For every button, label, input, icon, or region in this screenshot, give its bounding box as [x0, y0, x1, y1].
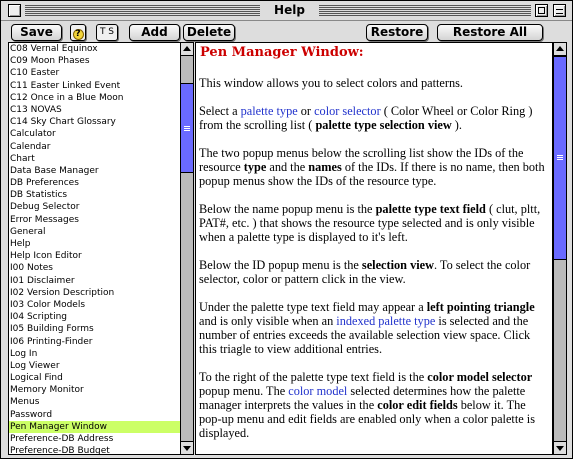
list-item[interactable]: Preference-DB Address	[9, 433, 180, 445]
list-item[interactable]: C10 Easter	[9, 67, 180, 79]
scroll-down-arrow-icon[interactable]	[181, 441, 193, 454]
title-bar[interactable]: Help	[1, 1, 572, 21]
list-item[interactable]: I00 Notes	[9, 262, 180, 274]
help-balloon-button[interactable]: ?	[70, 24, 86, 41]
list-item[interactable]: Help Icon Editor	[9, 250, 180, 262]
list-item[interactable]: General	[9, 226, 180, 238]
scroll-grip	[184, 126, 190, 131]
bold-term: color model selector	[427, 370, 533, 384]
bold-term: palette type text field	[375, 202, 486, 216]
text: or	[297, 104, 315, 118]
color-model-link[interactable]: color model	[288, 384, 347, 398]
list-item[interactable]: Password	[9, 409, 180, 421]
text: ).	[451, 118, 462, 132]
restore-all-button[interactable]: Restore All	[437, 24, 543, 41]
scroll-up-arrow-icon[interactable]	[554, 43, 566, 56]
list-item[interactable]: I02 Version Description	[9, 287, 180, 299]
list-item[interactable]: I04 Scripting	[9, 311, 180, 323]
windowshade-box-icon[interactable]	[553, 4, 566, 17]
topic-list[interactable]: C08 Vernal Equinox C09 Moon Phases C10 Eas…	[8, 42, 181, 455]
list-item[interactable]: Chart	[9, 153, 180, 165]
list-item[interactable]: Log Viewer	[9, 360, 180, 372]
text: Under the palette type text field may ap…	[199, 300, 427, 314]
color-selector-link[interactable]: color selector	[314, 104, 381, 118]
restore-button[interactable]: Restore	[366, 24, 428, 41]
list-item[interactable]: I03 Color Models	[9, 299, 180, 311]
bold-term: type	[243, 160, 267, 174]
list-item[interactable]: Calculator	[9, 128, 180, 140]
window-title: Help	[274, 3, 305, 17]
add-button[interactable]: Add	[129, 24, 180, 41]
list-item[interactable]: Calendar	[9, 141, 180, 153]
list-item[interactable]: Help	[9, 238, 180, 250]
content-title: Pen Manager Window:	[200, 45, 364, 60]
paragraph: To the right of the palette type text fi…	[199, 370, 549, 440]
scroll-up-arrow-icon[interactable]	[181, 43, 193, 56]
help-content[interactable]: Pen Manager Window: This window allows y…	[195, 42, 553, 455]
list-item[interactable]: Memory Monitor	[9, 384, 180, 396]
list-item[interactable]: C08 Vernal Equinox	[9, 43, 180, 55]
list-item[interactable]: I06 Printing-Finder	[9, 336, 180, 348]
ts-button[interactable]: T S	[96, 24, 118, 41]
title-bar-stripes-right	[319, 5, 531, 16]
list-item[interactable]: Debug Selector	[9, 201, 180, 213]
list-item[interactable]: I01 Disclaimer	[9, 275, 180, 287]
list-item[interactable]: Error Messages	[9, 214, 180, 226]
help-balloon-icon: ?	[72, 29, 84, 40]
toolbar: Save ? T S Add Delete Restore Restore Al…	[1, 22, 572, 42]
scroll-down-arrow-icon[interactable]	[554, 441, 566, 454]
delete-button[interactable]: Delete	[183, 24, 235, 41]
paragraph: The two popup menus below the scrolling …	[199, 146, 549, 188]
text: and the	[266, 160, 309, 174]
list-item[interactable]: DB Preferences	[9, 177, 180, 189]
bold-term: selection view	[361, 258, 434, 272]
list-item[interactable]: Logical Find	[9, 372, 180, 384]
list-item[interactable]: C11 Easter Linked Event	[9, 80, 180, 92]
zoom-box-icon[interactable]	[535, 4, 548, 17]
save-button[interactable]: Save	[11, 24, 62, 41]
palette-type-link[interactable]: palette type	[241, 104, 298, 118]
list-item[interactable]: DB Statistics	[9, 189, 180, 201]
list-item[interactable]: Menus	[9, 396, 180, 408]
text: Below the name popup menu is the	[199, 202, 376, 216]
text: popup menu. The	[199, 384, 289, 398]
list-item[interactable]: Data Base Manager	[9, 165, 180, 177]
paragraph: Below the ID popup menu is the selection…	[199, 258, 549, 286]
paragraph: This window allows you to select colors …	[199, 76, 463, 90]
text: Select a	[199, 104, 241, 118]
bold-term: palette type selection view	[315, 118, 452, 132]
list-item[interactable]: I05 Building Forms	[9, 323, 180, 335]
paragraph: Below the name popup menu is the palette…	[199, 202, 549, 244]
list-item[interactable]: Log In	[9, 348, 180, 360]
topic-list-scrollbar[interactable]	[180, 42, 194, 455]
paragraph: Select a palette type or color selector …	[199, 104, 549, 132]
indexed-palette-type-link[interactable]: indexed palette type	[336, 314, 435, 328]
bold-term: color edit fields	[377, 398, 458, 412]
help-window: Help Save ? T S Add Delete Restore Resto…	[0, 0, 573, 459]
title-bar-stripes-left	[25, 5, 260, 16]
content-scrollbar[interactable]	[553, 42, 567, 455]
list-item[interactable]: C12 Once in a Blue Moon	[9, 92, 180, 104]
list-item[interactable]: C14 Sky Chart Glossary	[9, 116, 180, 128]
scroll-thumb[interactable]	[554, 56, 566, 260]
text: and is only visible when an	[199, 314, 337, 328]
bold-term: left pointing triangle	[426, 300, 535, 314]
paragraph: Under the palette type text field may ap…	[199, 300, 549, 356]
text: Below the ID popup menu is the	[199, 258, 362, 272]
scroll-thumb[interactable]	[181, 83, 193, 173]
list-item[interactable]: C09 Moon Phases	[9, 55, 180, 67]
scroll-grip	[557, 155, 563, 160]
text: To the right of the palette type text fi…	[199, 370, 428, 384]
list-item[interactable]: Preference-DB Budget	[9, 445, 180, 454]
bold-term: names	[308, 160, 342, 174]
list-item[interactable]: C13 NOVAS	[9, 104, 180, 116]
list-item[interactable]: Pen Manager Window	[9, 420, 180, 433]
close-box-icon[interactable]	[8, 4, 21, 17]
